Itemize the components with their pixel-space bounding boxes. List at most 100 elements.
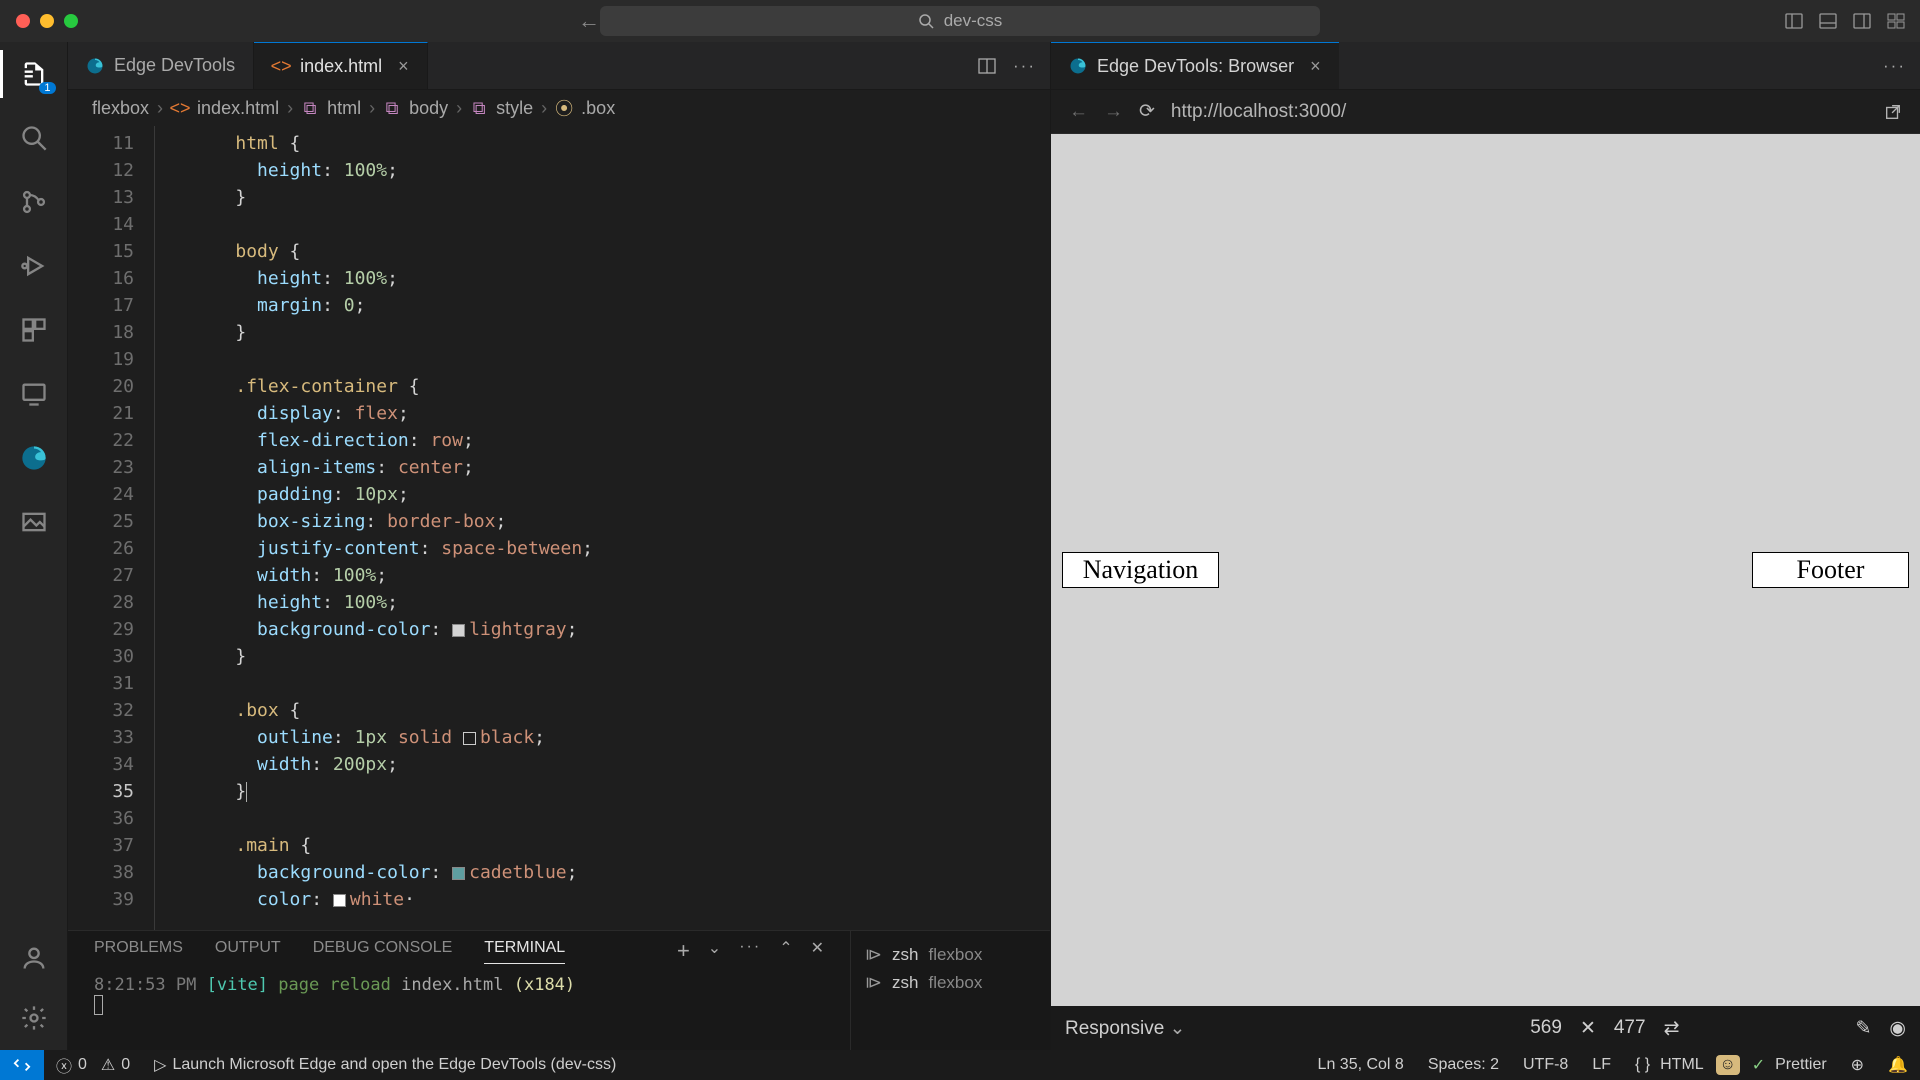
more-icon[interactable]: ··· (1013, 56, 1036, 76)
settings-icon[interactable] (18, 1002, 50, 1034)
split-editor-icon[interactable] (977, 56, 997, 76)
back-button[interactable]: ← (578, 8, 600, 34)
fold-guide (148, 126, 164, 930)
status-encoding[interactable]: UTF-8 (1511, 1056, 1580, 1074)
bc-box[interactable]: .box (581, 98, 615, 119)
term-msg: page reload (278, 975, 391, 995)
run-debug-icon[interactable] (18, 250, 50, 282)
screencast-icon[interactable]: ✎ (1855, 1017, 1871, 1040)
search-icon[interactable] (18, 122, 50, 154)
html-file-icon: <> (171, 99, 189, 117)
minimize-window[interactable] (40, 14, 54, 28)
shell-icon: ⧐ (865, 945, 882, 965)
viewport-height[interactable]: 477 (1614, 1017, 1646, 1039)
bc-html[interactable]: html (327, 98, 361, 119)
more-icon[interactable]: ··· (739, 938, 761, 964)
shell-name: zsh (892, 973, 918, 993)
terminal[interactable]: 8:21:53 PM [vite] page reload index.html… (68, 971, 850, 1050)
tag-icon: ⧉ (470, 99, 488, 117)
status-cursor[interactable]: Ln 35, Col 8 (1306, 1056, 1416, 1074)
status-launch[interactable]: ▷ Launch Microsoft Edge and open the Edg… (142, 1055, 628, 1075)
line-gutter: 1112131415161718192021222324252627282930… (68, 126, 148, 930)
close-icon[interactable]: × (398, 56, 409, 77)
explorer-icon[interactable]: 1 (18, 58, 50, 90)
titlebar: ← → dev-css (0, 0, 1920, 42)
bottom-panel: PROBLEMS OUTPUT DEBUG CONSOLE TERMINAL +… (68, 930, 1050, 1050)
status-feedback-icon[interactable]: ⊕ (1839, 1055, 1876, 1075)
viewport-width[interactable]: 569 (1530, 1017, 1562, 1039)
tag-icon: ⧉ (301, 99, 319, 117)
edge-icon (86, 57, 104, 75)
code-content[interactable]: html { height: 100%; } body { height: 10… (164, 126, 1050, 930)
rotate-icon[interactable]: ⇄ (1664, 1017, 1680, 1040)
edge-icon (1069, 57, 1087, 75)
terminal-process[interactable]: ⧐ zsh flexbox (851, 941, 1050, 969)
preview-tabs: Edge DevTools: Browser × ··· (1051, 42, 1920, 90)
panel-bottom-icon[interactable] (1818, 11, 1838, 31)
nav-box: Navigation (1063, 553, 1218, 587)
close-panel-icon[interactable]: ✕ (811, 938, 824, 964)
url-text[interactable]: http://localhost:3000/ (1171, 101, 1346, 123)
shell-dir: flexbox (928, 973, 982, 993)
maximize-panel-icon[interactable]: ⌃ (779, 938, 792, 964)
new-terminal-icon[interactable]: + (677, 938, 690, 964)
editor-group: Edge DevTools <> index.html × ··· flexbo… (68, 42, 1050, 1050)
browser-viewport: Navigation Footer (1051, 134, 1920, 1006)
edge-tools-icon[interactable] (18, 442, 50, 474)
browser-forward-icon[interactable]: → (1104, 101, 1123, 123)
panel-tabs: PROBLEMS OUTPUT DEBUG CONSOLE TERMINAL +… (68, 931, 850, 971)
terminal-process[interactable]: ⧐ zsh flexbox (851, 969, 1050, 997)
tab-problems[interactable]: PROBLEMS (94, 939, 183, 963)
shell-icon: ⧐ (865, 973, 882, 993)
tab-terminal[interactable]: TERMINAL (484, 939, 565, 964)
explorer-badge: 1 (39, 82, 55, 94)
bc-style[interactable]: style (496, 98, 533, 119)
terminal-dropdown-icon[interactable]: ⌄ (708, 938, 721, 964)
tab-label: index.html (300, 56, 382, 77)
breadcrumb[interactable]: flexbox› <> index.html› ⧉ html› ⧉ body› … (68, 90, 1050, 126)
code-editor[interactable]: 1112131415161718192021222324252627282930… (68, 126, 1050, 930)
search-text: dev-css (944, 11, 1003, 31)
command-center[interactable]: dev-css (600, 6, 1320, 36)
preview-tab-label: Edge DevTools: Browser (1097, 56, 1294, 77)
more-icon[interactable]: ··· (1883, 56, 1906, 76)
close-icon[interactable]: × (1310, 56, 1321, 77)
tab-edge-browser[interactable]: Edge DevTools: Browser × (1051, 42, 1339, 89)
status-prettier[interactable]: ✓Prettier (1740, 1055, 1839, 1075)
status-bell-icon[interactable]: 🔔 (1876, 1055, 1920, 1075)
account-icon[interactable] (18, 942, 50, 974)
terminal-cursor (94, 995, 103, 1015)
tab-label: Edge DevTools (114, 55, 235, 76)
device-select[interactable]: Responsive (1065, 1017, 1185, 1040)
status-eol[interactable]: LF (1580, 1056, 1623, 1074)
remote-explorer-icon[interactable] (18, 378, 50, 410)
maximize-window[interactable] (64, 14, 78, 28)
tab-debug-console[interactable]: DEBUG CONSOLE (313, 939, 453, 963)
remote-indicator[interactable] (0, 1050, 44, 1080)
panel-right-icon[interactable] (1852, 11, 1872, 31)
shell-name: zsh (892, 945, 918, 965)
bc-folder[interactable]: flexbox (92, 98, 149, 119)
open-external-icon[interactable] (1884, 103, 1902, 121)
tab-index-html[interactable]: <> index.html × (254, 42, 428, 89)
reload-icon[interactable]: ⟳ (1139, 100, 1155, 123)
source-control-icon[interactable] (18, 186, 50, 218)
layout-grid-icon[interactable] (1886, 11, 1906, 31)
status-language[interactable]: { }HTML (1623, 1056, 1716, 1074)
image-preview-icon[interactable] (18, 506, 50, 538)
status-errors[interactable]: ⓧ0 ⚠0 (44, 1053, 142, 1077)
tab-edge-devtools[interactable]: Edge DevTools (68, 42, 254, 89)
status-bar: ⓧ0 ⚠0 ▷ Launch Microsoft Edge and open t… (0, 1050, 1920, 1080)
tab-output[interactable]: OUTPUT (215, 939, 281, 963)
device-toolbar: Responsive 569 ✕ 477 ⇄ ✎ ◉ (1051, 1006, 1920, 1050)
term-tag: [vite] (207, 975, 268, 995)
emulation-options-icon[interactable]: ◉ (1889, 1017, 1906, 1040)
extensions-icon[interactable] (18, 314, 50, 346)
status-indent[interactable]: Spaces: 2 (1416, 1056, 1511, 1074)
browser-back-icon[interactable]: ← (1069, 101, 1088, 123)
panel-left-icon[interactable] (1784, 11, 1804, 31)
close-window[interactable] (16, 14, 30, 28)
status-copilot-icon[interactable]: ☺ (1716, 1055, 1740, 1075)
bc-file[interactable]: index.html (197, 98, 279, 119)
bc-body[interactable]: body (409, 98, 448, 119)
